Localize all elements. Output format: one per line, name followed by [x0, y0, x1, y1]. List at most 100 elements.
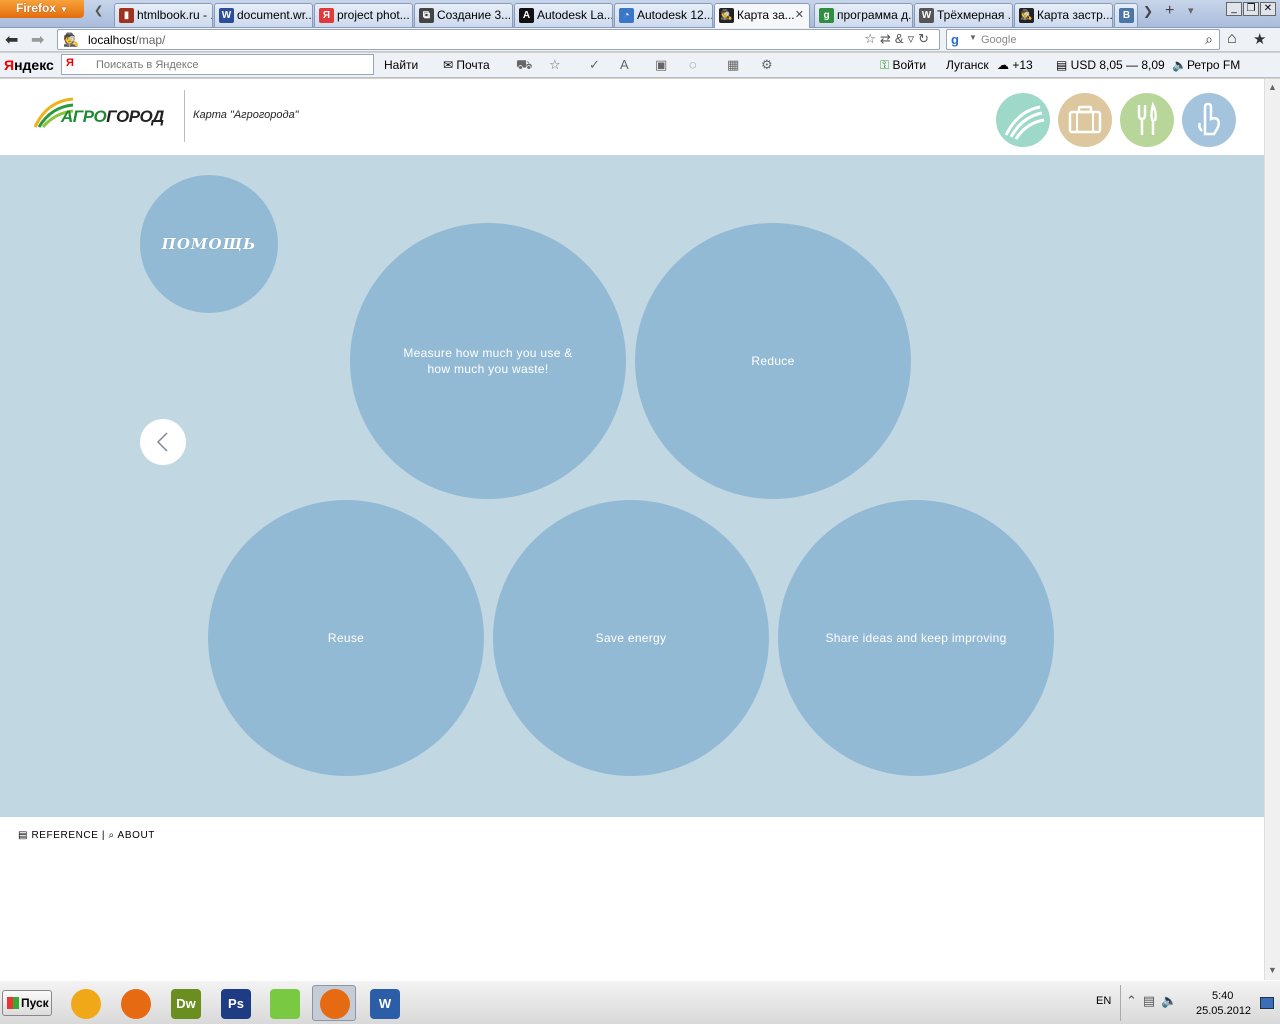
settings-gear-icon[interactable]: ⚙ — [761, 57, 773, 73]
vertical-scrollbar[interactable]: ▲ ▼ — [1264, 79, 1280, 980]
network-icon[interactable]: ▤ — [1143, 993, 1161, 1008]
taskbar-app-button[interactable]: W — [362, 985, 406, 1021]
yandex-mail-button[interactable]: ✉ Почта — [443, 58, 490, 72]
browser-tab[interactable]: W Трёхмерная ... — [914, 3, 1013, 27]
clock-date[interactable]: 25.05.2012 — [1196, 1005, 1251, 1017]
taskbar-app-button[interactable]: Dw — [163, 985, 207, 1021]
yandex-city[interactable]: Луганск — [946, 58, 989, 72]
translate-icon[interactable]: A — [620, 57, 629, 72]
show-desktop-button[interactable] — [1260, 997, 1274, 1009]
browser-tab[interactable]: B — [1114, 3, 1138, 27]
yandex-radio-label: Ретро FM — [1186, 58, 1241, 72]
cart-icon[interactable]: ⛟ — [516, 57, 532, 75]
bubble-share-ideas[interactable]: Share ideas and keep improving — [778, 500, 1054, 776]
taskbar-app-button[interactable] — [63, 985, 107, 1021]
footer-reference-link[interactable]: REFERENCE — [31, 830, 98, 841]
help-bubble-label: ПОМОЩЬ — [161, 235, 257, 253]
page-footer: ▤ REFERENCE | ⌕ ABOUT — [0, 817, 1264, 980]
url-bar-icons[interactable]: ☆⇄&▿↻ — [864, 31, 933, 47]
bubble-reuse[interactable]: Reuse — [208, 500, 484, 776]
browser-tab[interactable]: ⧉ Создание 3... — [414, 3, 513, 27]
previous-button[interactable] — [140, 419, 186, 465]
yandex-search-field[interactable]: Я Поискать в Яндексе — [61, 54, 374, 75]
footer-about-link[interactable]: ABOUT — [118, 830, 155, 841]
translate-icon[interactable]: ⇄ — [880, 31, 895, 46]
browser-tab[interactable]: A Autodesk La... — [514, 3, 613, 27]
site-logo[interactable]: АГРОГОРОД — [33, 95, 164, 131]
volume-icon[interactable]: 🔈 — [1161, 993, 1183, 1008]
browser-tab[interactable]: Wdocument.wr... — [214, 3, 313, 27]
site-identity-icon[interactable]: 🕵 — [63, 32, 79, 48]
browser-tab-title: htmlbook.ru - ... — [137, 8, 213, 22]
scroll-up-icon[interactable]: ▲ — [1268, 82, 1277, 92]
nav-business-button[interactable] — [1058, 93, 1112, 147]
favorite-star-icon[interactable]: ☆ — [549, 57, 561, 73]
taskbar-app-button[interactable] — [262, 985, 306, 1021]
yandex-logo[interactable]: Яндекс — [4, 57, 54, 73]
tab-scroll-right-icon[interactable]: ❯ — [1143, 4, 1153, 18]
browser-tab[interactable]: 🕵 Карта за... ✕ — [714, 3, 810, 28]
bubble-reduce[interactable]: Reduce — [635, 223, 911, 499]
google-icon[interactable]: g — [951, 32, 959, 47]
search-input[interactable]: Google — [981, 34, 1016, 46]
star-icon[interactable]: ☆ — [864, 31, 880, 46]
tray-expand-icon[interactable]: ⌃ — [1126, 993, 1143, 1008]
taskbar-app-button[interactable] — [312, 985, 356, 1021]
bubble-measure[interactable]: Measure how much you use & how much you … — [350, 223, 626, 499]
language-indicator[interactable]: EN — [1096, 995, 1111, 1007]
home-button[interactable]: ⌂ — [1227, 30, 1237, 48]
ampersand-icon[interactable]: & — [895, 31, 908, 46]
scroll-down-icon[interactable]: ▼ — [1268, 965, 1277, 975]
tab-scroll-left-icon[interactable]: ❮ — [94, 4, 103, 17]
close-tab-icon[interactable]: ✕ — [795, 8, 804, 21]
chevron-down-icon[interactable]: ▼ — [969, 33, 977, 42]
hand-icon — [1198, 102, 1221, 136]
yandex-search-placeholder[interactable]: Поискать в Яндексе — [96, 59, 198, 71]
chat-icon[interactable]: ◌ — [689, 57, 697, 72]
yandex-logo-rest: ндекс — [14, 57, 54, 73]
nav-restaurants-button[interactable] — [1120, 93, 1174, 147]
tab-list-icon[interactable]: ▾ — [1188, 4, 1194, 17]
browser-tab[interactable]: 🕵 Карта застр... — [1014, 3, 1113, 27]
nav-help-button[interactable] — [1182, 93, 1236, 147]
clock-time[interactable]: 5:40 — [1212, 990, 1233, 1002]
spellcheck-icon[interactable]: ✓ — [589, 57, 600, 73]
yandex-login-button[interactable]: ⚿ Войти — [880, 58, 926, 73]
screenshot-icon[interactable]: ▣ — [655, 57, 667, 73]
dropdown-icon[interactable]: ▿ — [908, 31, 919, 46]
htmlbook-icon: ▮ — [119, 8, 134, 23]
browser-tab[interactable]: g программа д... — [814, 3, 913, 27]
browser-tab[interactable]: Яproject phot... — [314, 3, 413, 27]
yandex-weather[interactable]: ☁ +13 — [997, 58, 1033, 72]
browser-tab[interactable]: ▮ htmlbook.ru - ... — [114, 3, 213, 27]
yandex-radio[interactable]: 🔈Ретро FM — [1172, 58, 1240, 72]
search-bar[interactable]: g ▼ Google ⌕ — [946, 29, 1220, 50]
url-bar[interactable]: 🕵 localhost/map/ ☆⇄&▿↻ — [57, 29, 940, 50]
incognito-icon: 🕵 — [719, 8, 734, 23]
help-bubble[interactable]: ПОМОЩЬ — [140, 175, 278, 313]
yandex-search-icon: Я — [66, 57, 74, 69]
map-area: ПОМОЩЬ Measure how much you use & how mu… — [0, 155, 1264, 817]
new-tab-button[interactable]: + — [1165, 2, 1174, 20]
yandex-find-button[interactable]: Найти — [384, 58, 418, 72]
start-button[interactable]: Пуск — [2, 990, 52, 1016]
url-text[interactable]: localhost/map/ — [88, 33, 165, 47]
minimize-button[interactable]: _ — [1226, 2, 1242, 16]
search-icon[interactable]: ⌕ — [1205, 31, 1213, 48]
firefox-menu-button[interactable]: Firefox ▼ — [0, 0, 84, 18]
forward-button[interactable]: ➡ — [31, 30, 44, 50]
bookmarks-button[interactable]: ★ — [1253, 30, 1266, 48]
back-button[interactable]: ⬅ — [5, 30, 18, 50]
restaurant-icon — [1137, 101, 1157, 135]
nav-fields-button[interactable] — [996, 93, 1050, 147]
maximize-button[interactable]: ❐ — [1243, 2, 1259, 16]
bubble-save-energy[interactable]: Save energy — [493, 500, 769, 776]
yandex-currency[interactable]: ▤ USD 8,05 — 8,09 — [1056, 58, 1165, 72]
close-window-button[interactable]: ✕ — [1260, 2, 1276, 16]
browser-tab[interactable]: ◔ Autodesk 12... — [614, 3, 713, 27]
taskbar-app-button[interactable]: Ps — [213, 985, 257, 1021]
reload-icon[interactable]: ↻ — [918, 31, 933, 46]
taskbar-app-button[interactable] — [113, 985, 157, 1021]
browser-tab-title: document.wr... — [237, 8, 313, 22]
apps-icon[interactable]: ▦ — [727, 57, 739, 73]
